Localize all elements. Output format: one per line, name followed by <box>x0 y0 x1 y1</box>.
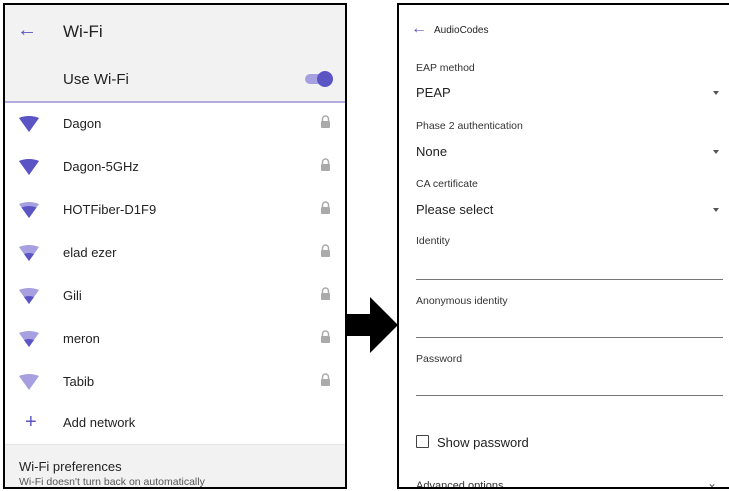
wifi-signal-icon <box>19 374 39 390</box>
network-name: Dagon-5GHz <box>63 159 139 174</box>
ca-certificate-label: CA certificate <box>416 178 478 190</box>
page-title: Wi-Fi <box>63 22 103 41</box>
eap-method-label: EAP method <box>416 62 475 74</box>
add-network-row[interactable]: + Add network <box>5 402 345 444</box>
use-wifi-row[interactable]: Use Wi-Fi <box>5 59 345 103</box>
lock-icon <box>321 115 330 128</box>
network-row[interactable]: Tabib <box>5 361 345 404</box>
network-row[interactable]: elad ezer <box>5 232 345 275</box>
wifi-preferences-row[interactable]: Wi-Fi preferences Wi-Fi doesn't turn bac… <box>5 444 345 488</box>
chevron-down-icon: ⌄ <box>706 476 717 489</box>
network-name: Gili <box>63 288 82 303</box>
lock-icon <box>321 330 330 343</box>
network-name: Dagon <box>63 116 102 131</box>
identity-label: Identity <box>416 235 450 247</box>
advanced-options-label: Advanced options <box>416 480 504 489</box>
plus-icon: + <box>25 411 37 433</box>
wifi-signal-icon <box>19 245 39 261</box>
phase2-label: Phase 2 authentication <box>416 120 523 132</box>
dropdown-caret-icon <box>713 91 719 95</box>
network-title: AudioCodes <box>434 25 489 36</box>
wifi-preferences-title: Wi-Fi preferences <box>19 459 122 474</box>
lock-icon <box>321 373 330 386</box>
network-name: meron <box>63 331 100 346</box>
dropdown-caret-icon <box>713 150 719 154</box>
network-name: Tabib <box>63 374 95 389</box>
wifi-toggle-switch[interactable] <box>305 71 333 87</box>
wifi-preferences-subtitle: Wi-Fi doesn't turn back on automatically <box>19 476 205 488</box>
show-password-label: Show password <box>437 435 529 450</box>
show-password-checkbox[interactable] <box>416 435 429 448</box>
phase2-value: None <box>416 144 448 159</box>
network-row[interactable]: HOTFiber-D1F9 <box>5 189 345 232</box>
wifi-signal-icon <box>19 159 39 175</box>
wifi-signal-icon <box>19 331 39 347</box>
network-name: elad ezer <box>63 245 117 260</box>
ca-certificate-value: Please select <box>416 202 494 217</box>
wifi-signal-icon <box>19 202 39 218</box>
lock-icon <box>321 287 330 300</box>
use-wifi-label: Use Wi-Fi <box>63 71 129 88</box>
back-arrow-icon[interactable]: ← <box>17 20 37 40</box>
network-row[interactable]: Dagon-5GHz <box>5 146 345 189</box>
password-label: Password <box>416 353 463 365</box>
anonymous-identity-label: Anonymous identity <box>416 295 508 307</box>
network-name: HOTFiber-D1F9 <box>63 202 157 217</box>
network-row[interactable]: Gili <box>5 275 345 318</box>
wifi-list-panel: ← Wi-Fi Use Wi-Fi Dagon Dagon-5GHz HOTFibe… <box>3 3 347 489</box>
add-network-label: Add network <box>63 415 136 430</box>
switch-knob <box>317 71 333 87</box>
password-underline <box>416 395 723 396</box>
right-arrow-icon <box>346 297 398 353</box>
lock-icon <box>321 158 330 171</box>
dropdown-caret-icon <box>713 208 719 212</box>
config-app-bar: ← AudioCodes <box>399 5 729 53</box>
back-arrow-icon[interactable]: ← <box>411 21 427 37</box>
wifi-signal-icon <box>19 288 39 304</box>
lock-icon <box>321 201 330 214</box>
network-config-panel: ← AudioCodes EAP method PEAP Phase 2 aut… <box>397 3 729 489</box>
eap-method-value: PEAP <box>416 85 451 100</box>
anonymous-identity-underline <box>416 337 723 338</box>
network-row[interactable]: Dagon <box>5 103 345 146</box>
wifi-app-bar: ← Wi-Fi <box>5 5 345 59</box>
wifi-signal-icon <box>19 116 39 132</box>
identity-underline <box>416 279 723 280</box>
network-row[interactable]: meron <box>5 318 345 361</box>
lock-icon <box>321 244 330 257</box>
